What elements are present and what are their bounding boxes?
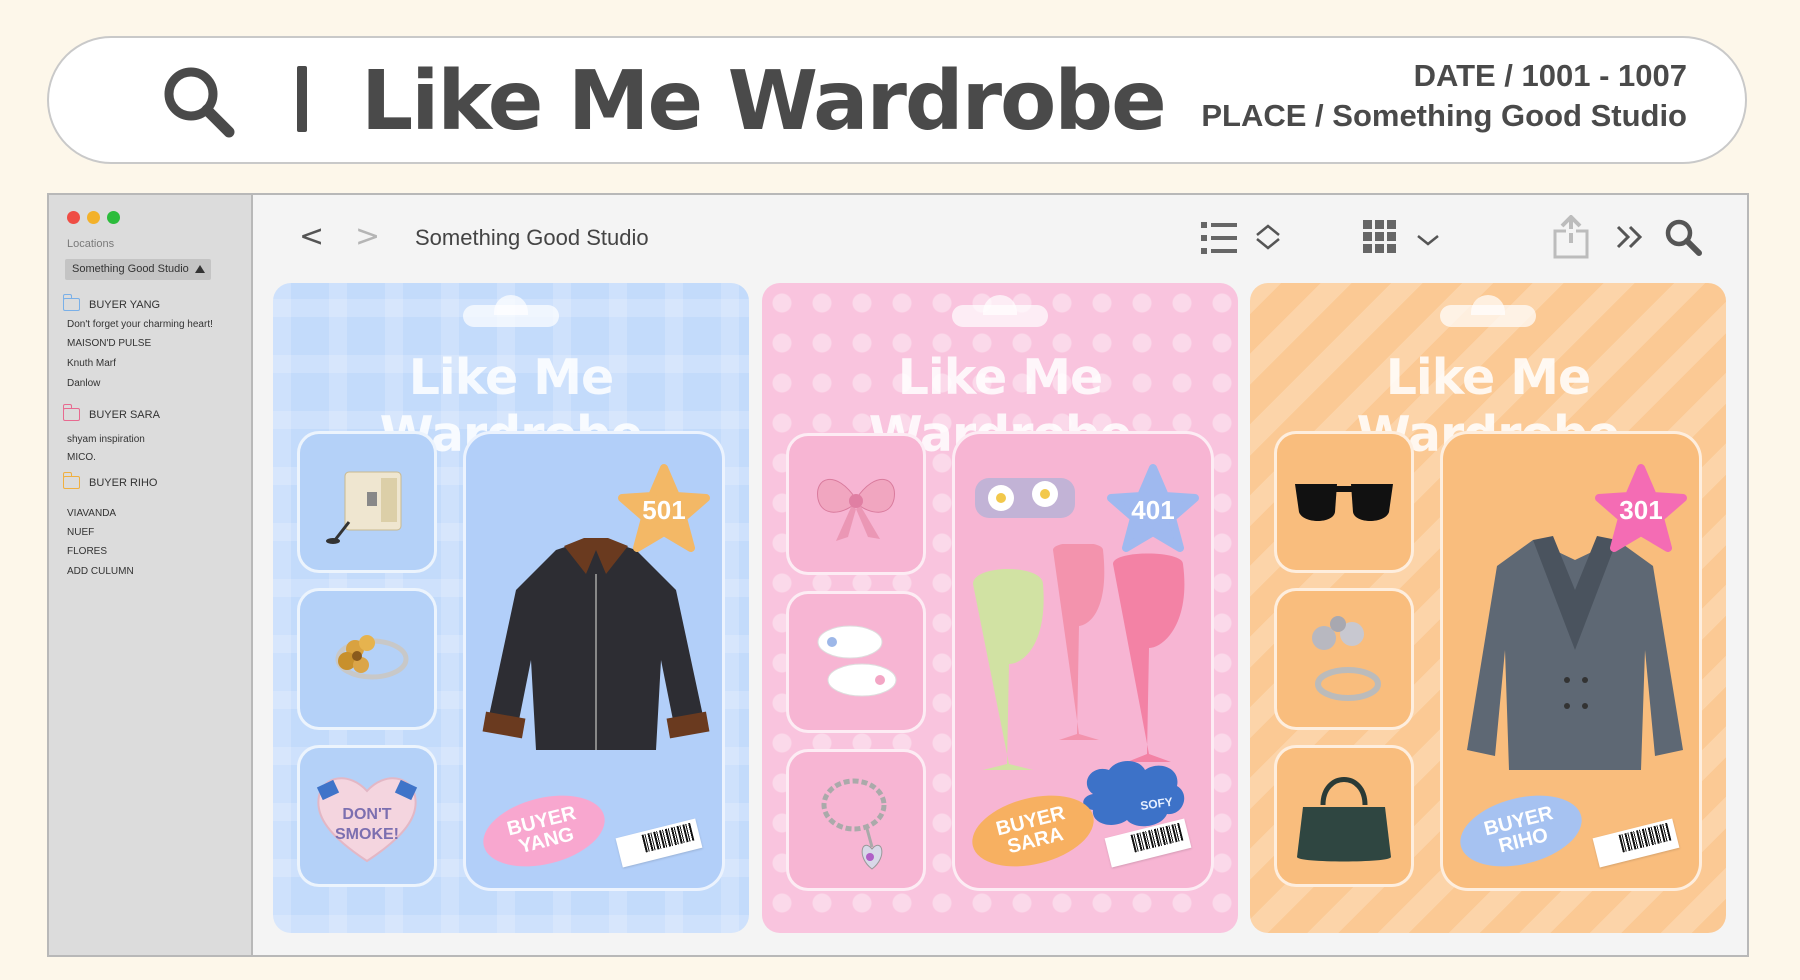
sort-chevrons-icon[interactable] — [1255, 223, 1281, 251]
back-button[interactable]: < — [299, 219, 324, 254]
thumb-hairclips[interactable] — [786, 591, 926, 733]
barcode — [1592, 818, 1680, 868]
speaker-icon — [326, 471, 402, 544]
sidebar-item[interactable]: NUEF — [67, 527, 94, 538]
finder-window: Locations Something Good Studio BUYER YA… — [47, 193, 1749, 957]
sidebar-item[interactable]: Don't forget your charming heart! — [67, 319, 213, 330]
forward-button[interactable]: > — [355, 219, 380, 254]
share-icon[interactable] — [1553, 215, 1589, 259]
badge-number: 501 — [642, 495, 686, 525]
search-query-title: Like Me Wardrobe — [361, 54, 1167, 149]
folder-icon — [62, 404, 80, 421]
badge-number: 301 — [1619, 495, 1663, 525]
sidebar-folder-buyer-riho[interactable]: BUYER RIHO — [62, 472, 158, 489]
number-badge: 401 — [1105, 462, 1201, 558]
product-card-sara[interactable]: Like Me Wardrobe — [762, 283, 1238, 933]
caret-up-icon — [194, 265, 205, 273]
text-cursor — [297, 66, 307, 132]
heart-tray-icon: DON'T SMOKE! — [316, 777, 418, 863]
main-product-panel[interactable]: 501 BUYER YANG — [463, 431, 725, 891]
sidebar-item[interactable]: ADD CULUMN — [67, 566, 134, 577]
zoom-window-button[interactable] — [107, 211, 120, 224]
sidebar-item[interactable]: shyam inspiration — [67, 434, 145, 445]
sidebar-folder-buyer-sara[interactable]: BUYER SARA — [62, 404, 160, 421]
heart-text-1: DON'T — [342, 806, 391, 823]
hang-tab — [952, 295, 1048, 327]
place-line: PLACE / Something Good Studio — [1201, 98, 1687, 133]
folder-icon — [62, 294, 80, 311]
bow-icon — [817, 479, 895, 541]
thumb-sunglasses[interactable] — [1274, 431, 1414, 573]
hang-tab — [463, 295, 559, 327]
search-bar[interactable]: Like Me Wardrobe DATE / 1001 - 1007 PLAC… — [47, 36, 1747, 164]
handbag-icon — [1297, 777, 1391, 862]
thumb-bow[interactable] — [786, 433, 926, 575]
buyer-oval: BUYER RIHO — [1452, 783, 1590, 879]
flower-ring-icon — [335, 635, 409, 680]
sidebar-item[interactable]: VIAVANDA — [67, 508, 116, 519]
thumb-speaker[interactable] — [297, 431, 437, 573]
search-icon[interactable] — [1663, 217, 1703, 257]
sidebar-item[interactable]: FLORES — [67, 546, 107, 557]
main-product-panel[interactable]: SOFY 401 BUYER SARA — [952, 431, 1214, 891]
date-line: DATE / 1001 - 1007 — [1413, 58, 1687, 93]
product-card-yang[interactable]: Like Me Wardrobe — [273, 283, 749, 933]
sidebar-item[interactable]: MICO. — [67, 452, 96, 463]
more-icon[interactable] — [1616, 225, 1646, 249]
product-card-riho[interactable]: Like Me Wardrobe — [1250, 283, 1726, 933]
grid-view-icon[interactable] — [1363, 220, 1397, 254]
sidebar-item[interactable]: Danlow — [67, 378, 100, 389]
number-badge: 501 — [616, 462, 712, 558]
folder-icon — [62, 472, 80, 489]
search-icon[interactable] — [159, 62, 239, 142]
sidebar: Locations Something Good Studio BUYER YA… — [49, 195, 253, 955]
number-badge: 301 — [1593, 462, 1689, 558]
hair-clip-icon — [817, 625, 897, 697]
close-window-button[interactable] — [67, 211, 80, 224]
sidebar-folder-buyer-yang[interactable]: BUYER YANG — [62, 294, 161, 311]
location-select[interactable]: Something Good Studio — [65, 259, 211, 280]
thumb-rings[interactable] — [1274, 588, 1414, 730]
sidebar-folder-label: BUYER YANG — [89, 298, 161, 311]
heart-text-2: SMOKE! — [335, 826, 399, 843]
leather-jacket-icon — [482, 538, 710, 750]
chevron-down-icon[interactable] — [1417, 233, 1439, 247]
sidebar-item[interactable]: MAISON'D PULSE — [67, 338, 151, 349]
path-title: Something Good Studio — [415, 225, 649, 250]
sidebar-item[interactable]: Knuth Marf — [67, 358, 116, 369]
silver-rings-icon — [1312, 616, 1381, 701]
sunglasses-icon — [1295, 484, 1393, 521]
sidebar-folder-label: BUYER SARA — [89, 408, 160, 421]
minimize-window-button[interactable] — [87, 211, 100, 224]
thumb-bracelet[interactable] — [786, 749, 926, 891]
sidebar-section-label: Locations — [67, 238, 115, 250]
barcode — [615, 818, 703, 868]
sidebar-folder-label: BUYER RIHO — [89, 476, 158, 489]
daisy-claw-clip-icon — [975, 478, 1075, 518]
grey-blazer-icon — [1467, 536, 1683, 770]
event-meta: DATE / 1001 - 1007 PLACE / Something Goo… — [1201, 56, 1687, 136]
main-product-panel[interactable]: 301 BUYER RIHO — [1440, 431, 1702, 891]
charm-bracelet-icon — [821, 778, 887, 870]
buyer-oval: BUYER YANG — [475, 783, 613, 879]
list-view-icon[interactable] — [1201, 220, 1237, 256]
thumb-heart-tray[interactable]: DON'T SMOKE! — [297, 745, 437, 887]
thumb-ring[interactable] — [297, 588, 437, 730]
location-select-value: Something Good Studio — [72, 263, 189, 275]
badge-number: 401 — [1131, 495, 1175, 525]
main-content: < > Something Good Studio Like Me DON'T … — [251, 195, 1747, 955]
hang-tab — [1440, 295, 1536, 327]
thumb-bag[interactable] — [1274, 745, 1414, 887]
